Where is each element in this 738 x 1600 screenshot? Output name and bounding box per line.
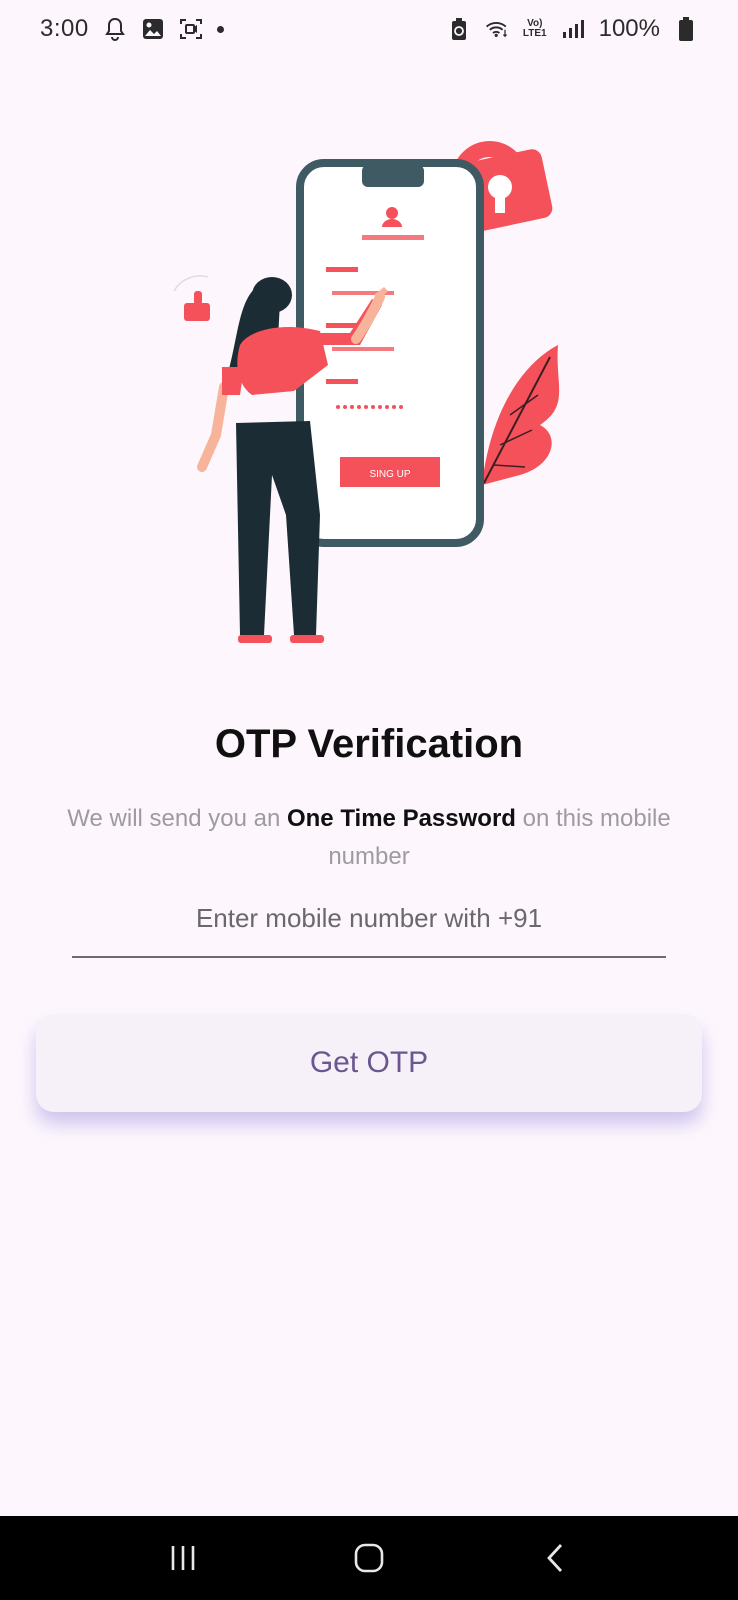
battery-percentage: 100% [598, 15, 660, 42]
home-button[interactable] [339, 1528, 399, 1588]
notification-dot [216, 25, 224, 33]
subtitle-before: We will send you an [67, 805, 287, 832]
thumbs-up-icon [173, 275, 210, 321]
status-time: 3:00 [40, 15, 89, 42]
illustration-signup-label: SING UP [369, 469, 410, 480]
status-right: Vo) LTE1 100% [447, 15, 698, 43]
otp-illustration: SING UP [160, 95, 580, 665]
subtitle-emphasis: One Time Password [286, 805, 516, 832]
back-button[interactable] [525, 1528, 585, 1588]
battery-icon [674, 17, 698, 41]
signal-icon [561, 17, 585, 41]
mobile-number-input[interactable] [72, 880, 666, 958]
illustration-svg: SING UP [173, 141, 560, 643]
screen-record-icon [179, 17, 203, 41]
status-bar: 3:00 Vo) LTE1 100% [0, 0, 738, 58]
phone-frame: SING UP [296, 159, 484, 547]
navigation-bar [0, 1516, 738, 1600]
wifi-icon [485, 17, 509, 41]
recent-apps-icon [171, 1546, 195, 1570]
leaf-icon [482, 345, 560, 485]
page-title: OTP Verification [214, 722, 524, 766]
subtitle: We will send you an One Time Password on… [60, 800, 678, 876]
bell-icon [103, 17, 127, 41]
get-otp-button[interactable]: Get OTP [36, 1014, 702, 1112]
home-icon [354, 1543, 384, 1573]
image-icon [141, 17, 165, 41]
battery-saver-icon [447, 17, 471, 41]
recent-apps-button[interactable] [153, 1528, 213, 1588]
status-left: 3:00 [40, 15, 224, 43]
volte-icon: Vo) LTE1 [523, 19, 547, 39]
volte-bottom: LTE1 [522, 28, 547, 39]
back-icon [547, 1544, 563, 1572]
